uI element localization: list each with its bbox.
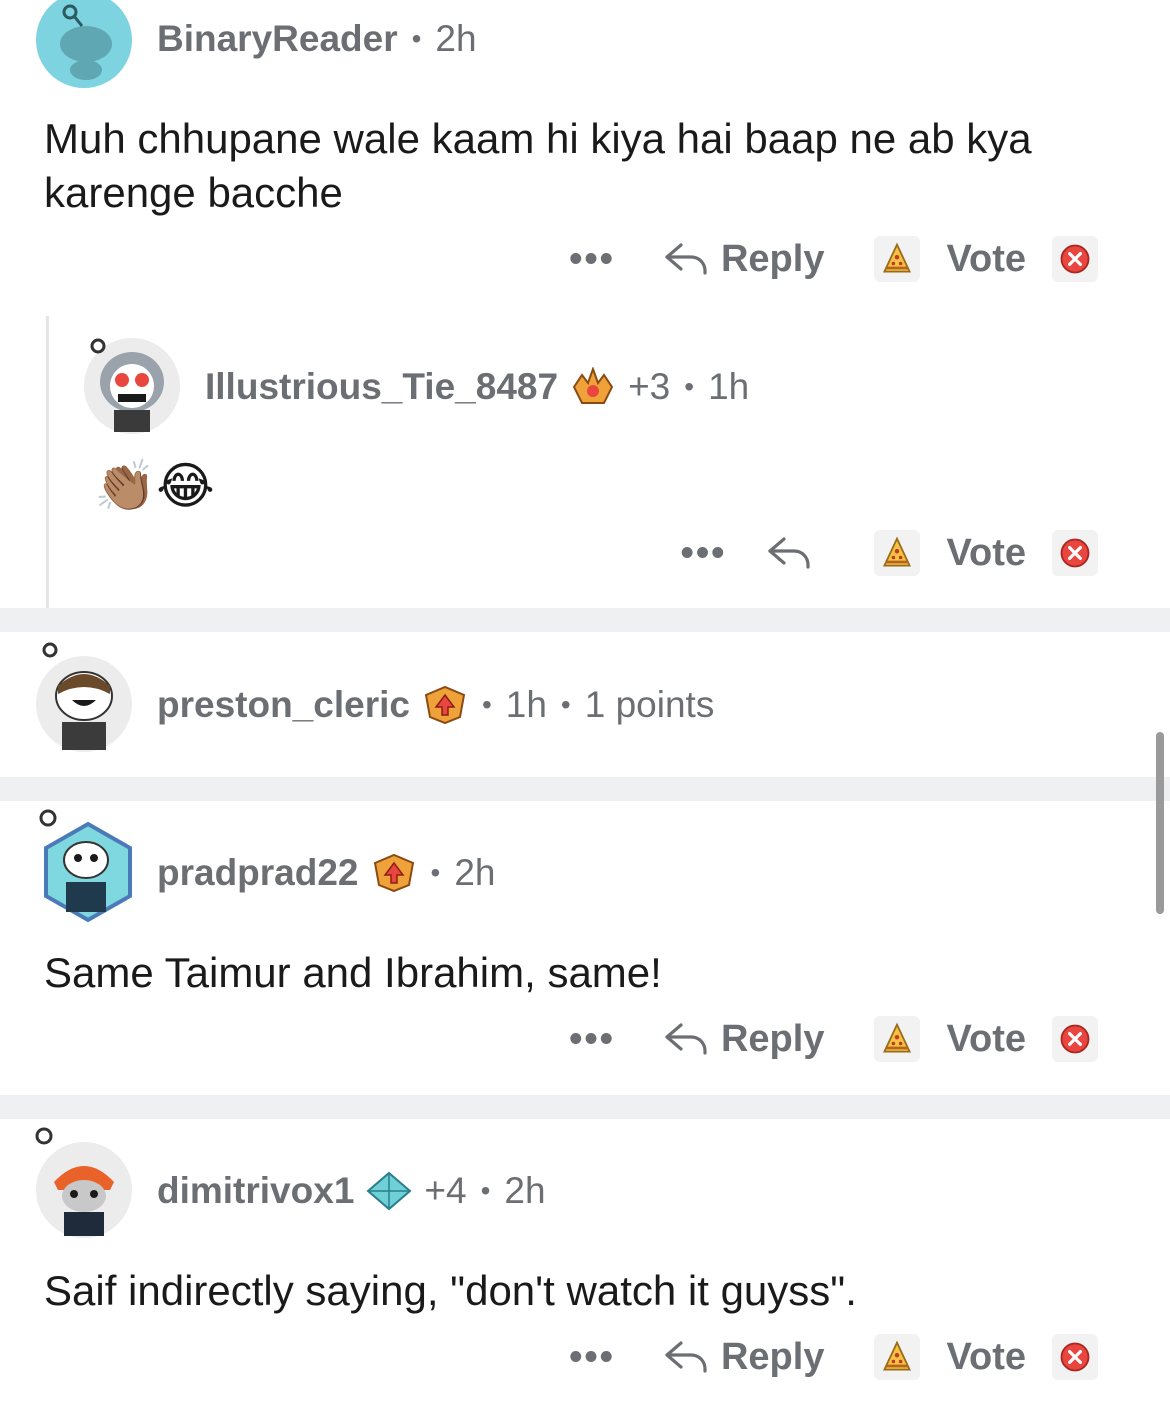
karma: +4 — [424, 1170, 467, 1211]
flair-badge-icon — [422, 685, 468, 725]
karma: +3 — [628, 366, 671, 407]
separator: • — [481, 689, 492, 720]
username[interactable]: dimitrivox1 — [157, 1170, 354, 1212]
upvote-pizza-icon — [879, 1021, 915, 1057]
downvote-x-icon — [1057, 535, 1093, 571]
divider — [0, 1095, 1170, 1119]
downvote-button[interactable] — [1052, 530, 1098, 576]
comment-actions: ••• Reply Vote — [569, 1334, 1098, 1380]
comment-text: Saif indirectly saying, "don't watch it … — [44, 1267, 857, 1314]
comment-actions: ••• Vote — [681, 530, 1098, 576]
more-dots-icon[interactable]: ••• — [681, 532, 727, 575]
separator: • — [684, 371, 695, 402]
separator: • — [411, 23, 422, 54]
avatar[interactable] — [36, 0, 132, 88]
username[interactable]: BinaryReader — [157, 18, 398, 60]
timestamp: 1h — [505, 684, 547, 725]
reply-button[interactable] — [766, 533, 824, 573]
upvote-button[interactable] — [874, 236, 921, 282]
timestamp: 2h — [435, 18, 477, 59]
avatar[interactable] — [36, 642, 132, 752]
reply-arrow-icon — [663, 239, 709, 279]
username[interactable]: Illustrious_Tie_8487 — [205, 366, 558, 408]
divider — [0, 608, 1170, 632]
downvote-button[interactable] — [1052, 1334, 1098, 1380]
downvote-button[interactable] — [1052, 236, 1098, 282]
points: 1 points — [584, 684, 715, 725]
more-dots-icon[interactable]: ••• — [569, 238, 615, 281]
comment-text: 👏🏽😂 — [94, 457, 215, 515]
upvote-pizza-icon — [879, 241, 915, 277]
flair-badge-icon — [366, 1171, 412, 1211]
more-dots-icon[interactable]: ••• — [569, 1018, 615, 1061]
upvote-button[interactable] — [874, 1016, 921, 1062]
upvote-button[interactable] — [874, 1334, 921, 1380]
reply-button[interactable]: Reply — [663, 1336, 824, 1379]
username[interactable]: preston_cleric — [157, 684, 410, 726]
vote-label: Vote — [946, 531, 1026, 574]
upvote-pizza-icon — [879, 535, 915, 571]
reply-button[interactable]: Reply — [663, 1018, 824, 1061]
timestamp: 2h — [504, 1170, 546, 1211]
separator: • — [480, 1175, 491, 1206]
reply-arrow-icon — [766, 533, 812, 573]
upvote-pizza-icon — [879, 1339, 915, 1375]
reply-button[interactable]: Reply — [663, 238, 824, 281]
comment-text: Same Taimur and Ibrahim, same! — [44, 949, 662, 996]
downvote-x-icon — [1057, 241, 1093, 277]
comment-actions: ••• Reply Vote — [569, 1016, 1098, 1062]
separator: • — [430, 857, 441, 888]
upvote-button[interactable] — [874, 530, 921, 576]
flair-badge-icon — [570, 366, 616, 407]
reply-arrow-icon — [663, 1337, 709, 1377]
avatar[interactable] — [39, 809, 136, 923]
scrollbar[interactable] — [1156, 732, 1164, 914]
timestamp: 2h — [454, 852, 496, 893]
vote-label: Vote — [946, 1017, 1026, 1060]
avatar[interactable] — [35, 1127, 132, 1238]
comment-actions: ••• Reply Vote — [569, 236, 1098, 282]
reply-label: Reply — [720, 1335, 825, 1378]
username[interactable]: pradprad22 — [157, 852, 359, 894]
downvote-x-icon — [1057, 1021, 1093, 1057]
downvote-x-icon — [1057, 1339, 1093, 1375]
divider — [0, 777, 1170, 801]
downvote-button[interactable] — [1052, 1016, 1098, 1062]
flair-badge-icon — [371, 853, 417, 893]
vote-label: Vote — [946, 237, 1026, 280]
separator: • — [560, 689, 571, 720]
avatar[interactable] — [84, 338, 180, 434]
thread-line — [46, 316, 49, 608]
reply-arrow-icon — [663, 1019, 709, 1059]
more-dots-icon[interactable]: ••• — [569, 1336, 615, 1379]
comment-text: Muh chhupane wale kaam hi kiya hai baap … — [44, 115, 1032, 216]
vote-label: Vote — [946, 1335, 1026, 1378]
reply-label: Reply — [720, 237, 825, 280]
reply-label: Reply — [720, 1017, 825, 1060]
timestamp: 1h — [708, 366, 750, 407]
